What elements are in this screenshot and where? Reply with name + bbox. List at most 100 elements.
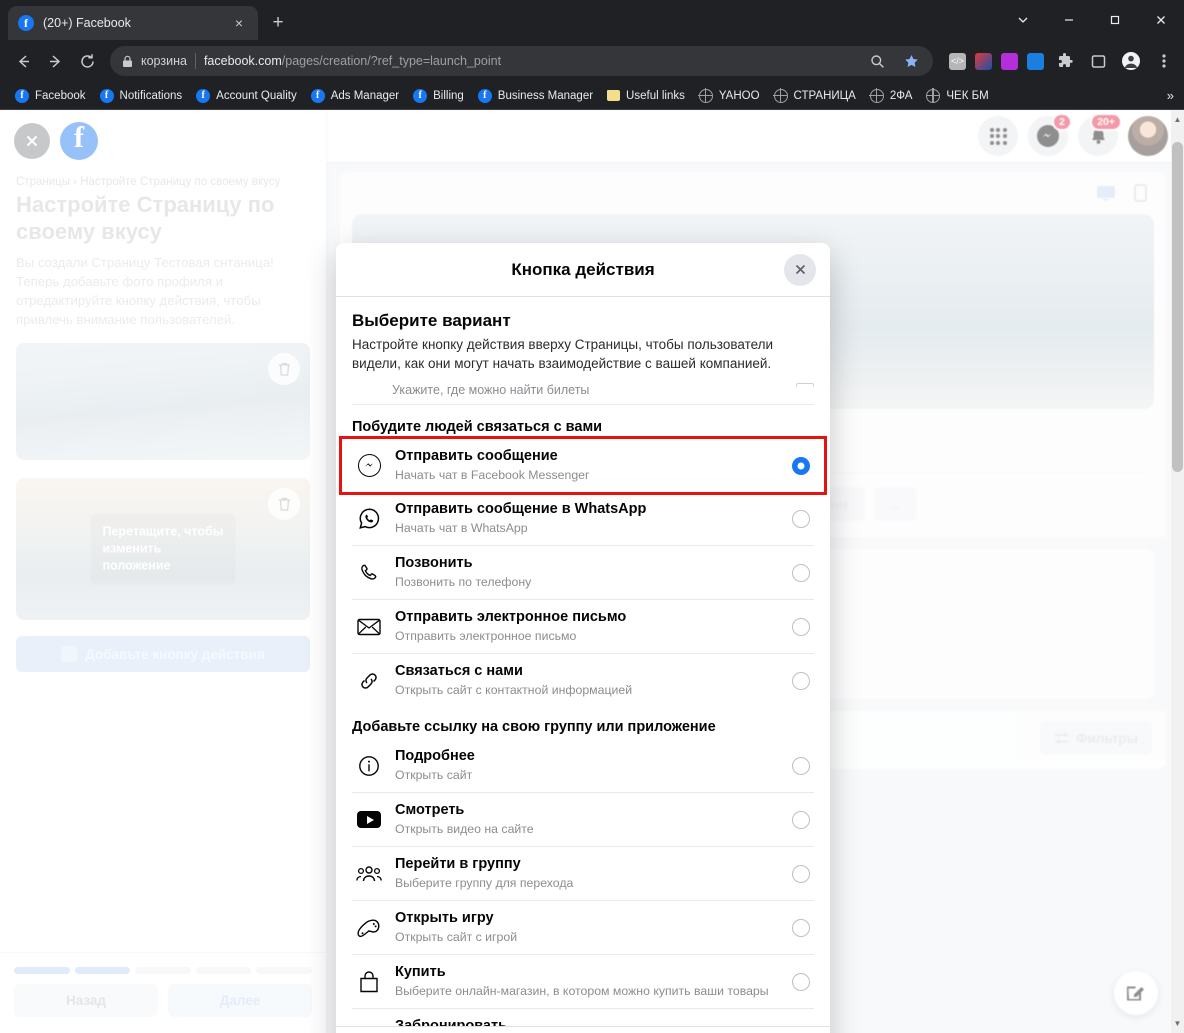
blue-extension-icon[interactable]: [1027, 52, 1044, 70]
bookmark-notifications[interactable]: f Notifications: [93, 86, 190, 106]
option-row-contact-us[interactable]: Связаться с нами Открыть сайт с контактн…: [352, 653, 814, 707]
browser-toolbar: корзина facebook.com/pages/creation/?ref…: [0, 40, 1184, 82]
bookmark-label: Business Manager: [497, 89, 594, 102]
option-sublabel: Выберите группу для перехода: [395, 876, 574, 890]
envelope-icon: [356, 618, 382, 636]
bookmark-yahoo[interactable]: YAHOO: [692, 86, 767, 106]
chevron-down-icon[interactable]: [1000, 0, 1046, 40]
puzzle-extensions-icon[interactable]: [1053, 49, 1077, 73]
option-row-learn-more[interactable]: Подробнее Открыть сайт: [352, 739, 814, 792]
option-text: Перейти в группу Выберите группу для пер…: [395, 855, 779, 892]
option-text: Связаться с нами Открыть сайт с контактн…: [395, 662, 779, 699]
modal-header: Кнопка действия: [336, 243, 830, 297]
radio-button[interactable]: [792, 756, 810, 775]
bookmark-label: Facebook: [35, 89, 86, 102]
radio-button[interactable]: [796, 383, 814, 387]
bookmark-label: Notifications: [119, 89, 183, 102]
omnibox-divider: [194, 53, 196, 69]
page-scrollbar[interactable]: ▲ ▼: [1171, 110, 1184, 1033]
radio-button[interactable]: [792, 918, 810, 937]
option-text: Купить Выберите онлайн-магазин, в которо…: [395, 963, 779, 1000]
option-row-play-game[interactable]: Открыть игру Открыть сайт с игрой: [352, 900, 814, 954]
browser-tab[interactable]: f (20+) Facebook ×: [8, 6, 258, 40]
scroll-up-icon[interactable]: ▲: [1171, 112, 1184, 127]
close-icon[interactable]: [784, 253, 816, 286]
bookmark-label: Ads Manager: [330, 89, 400, 102]
option-row-buy[interactable]: Купить Выберите онлайн-магазин, в которо…: [352, 954, 814, 1008]
option-row-book[interactable]: Забронировать Упростите отправку запросо…: [352, 1008, 814, 1026]
profile-avatar-icon[interactable]: [1119, 49, 1143, 73]
option-label: Перейти в группу: [395, 856, 521, 872]
globe-icon: [869, 88, 884, 103]
back-icon[interactable]: [8, 46, 38, 76]
radio-button[interactable]: [792, 563, 810, 582]
radio-button[interactable]: [792, 972, 810, 991]
option-row-watch[interactable]: Смотреть Открыть видео на сайте: [352, 792, 814, 846]
modal-footer: Назад Далее: [336, 1026, 830, 1033]
url-path: /pages/creation/?ref_type=launch_point: [281, 54, 502, 68]
bookmark-useful-links[interactable]: Useful links: [600, 87, 692, 105]
minimize-icon[interactable]: [1046, 0, 1092, 40]
radio-button[interactable]: [792, 617, 810, 636]
option-label: Отправить электронное письмо: [395, 609, 627, 625]
close-icon[interactable]: [1138, 0, 1184, 40]
bookmark-billing[interactable]: f Billing: [406, 86, 471, 106]
option-label: Отправить сообщение в WhatsApp: [395, 501, 647, 517]
action-button-modal: Кнопка действия Выберите вариант Настрой…: [336, 243, 830, 1033]
facebook-icon: f: [477, 88, 492, 103]
bookmark-label: ЧЕК БМ: [946, 89, 989, 102]
bookmark-label: YAHOO: [718, 89, 760, 102]
code-extension-icon[interactable]: </>: [949, 52, 966, 70]
radio-button-selected[interactable]: [792, 456, 810, 475]
search-icon[interactable]: [865, 49, 889, 73]
bookmark-label: СТРАНИЦА: [793, 89, 856, 102]
new-tab-button[interactable]: +: [264, 9, 292, 37]
scroll-down-icon[interactable]: ▼: [1171, 1016, 1184, 1031]
radio-button[interactable]: [792, 864, 810, 883]
option-group-title: Побудите людей связаться с вами: [352, 419, 603, 435]
option-row-email[interactable]: Отправить электронное письмо Отправить э…: [352, 599, 814, 653]
radio-button[interactable]: [792, 810, 810, 829]
red-cube-extension-icon[interactable]: [975, 52, 992, 70]
forward-icon[interactable]: [40, 46, 70, 76]
option-row-partial-tickets[interactable]: Укажите, где можно найти билеты: [352, 383, 814, 405]
browser-titlebar: f (20+) Facebook × +: [0, 0, 1184, 40]
option-label: Отправить сообщение: [395, 448, 558, 464]
address-bar[interactable]: корзина facebook.com/pages/creation/?ref…: [110, 46, 933, 76]
bookmark-stranica[interactable]: СТРАНИЦА: [767, 86, 863, 106]
radio-button[interactable]: [792, 671, 810, 690]
maximize-icon[interactable]: [1092, 0, 1138, 40]
scrollbar-thumb[interactable]: [1172, 142, 1183, 472]
option-sublabel: Отправить электронное письмо: [395, 629, 577, 643]
option-row-call[interactable]: Позвонить Позвонить по телефону: [352, 545, 814, 599]
option-text: Подробнее Открыть сайт: [395, 747, 779, 784]
radio-button[interactable]: [792, 509, 810, 528]
modal-title: Кнопка действия: [511, 259, 655, 279]
bookmark-star-icon[interactable]: [899, 49, 923, 73]
sidebar-icon[interactable]: [1086, 49, 1110, 73]
close-icon[interactable]: ×: [230, 14, 248, 32]
facebook-icon: f: [310, 88, 325, 103]
bookmark-chek-bm[interactable]: ЧЕК БМ: [919, 86, 995, 106]
option-row-send-message[interactable]: Отправить сообщение Начать чат в Faceboo…: [339, 436, 827, 495]
option-sublabel: Начать чат в WhatsApp: [395, 521, 528, 535]
bookmark-ads-manager[interactable]: f Ads Manager: [304, 86, 406, 106]
ticket-icon: [354, 383, 378, 393]
more-menu-icon[interactable]: [1152, 49, 1176, 73]
modal-body: Выберите вариант Настройте кнопку действ…: [336, 297, 830, 1026]
bookmark-facebook[interactable]: f Facebook: [8, 86, 93, 106]
bookmark-account-quality[interactable]: f Account Quality: [189, 86, 304, 106]
option-text: Отправить сообщение в WhatsApp Начать ча…: [395, 500, 779, 537]
bookmark-business-manager[interactable]: f Business Manager: [471, 86, 600, 106]
bookmark-label: Account Quality: [216, 89, 297, 102]
option-label: Забронировать: [395, 1018, 508, 1026]
option-sublabel: Укажите, где можно найти билеты: [392, 383, 590, 397]
option-row-go-to-group[interactable]: Перейти в группу Выберите группу для пер…: [352, 846, 814, 900]
bookmark-2fa[interactable]: 2ФА: [863, 86, 920, 106]
option-text: Забронировать Упростите отправку запросо…: [395, 1017, 779, 1026]
bookmarks-overflow-icon[interactable]: »: [1167, 88, 1174, 103]
reload-icon[interactable]: [72, 46, 102, 76]
option-row-whatsapp[interactable]: Отправить сообщение в WhatsApp Начать ча…: [352, 492, 814, 545]
purple-extension-icon[interactable]: [1001, 52, 1018, 70]
